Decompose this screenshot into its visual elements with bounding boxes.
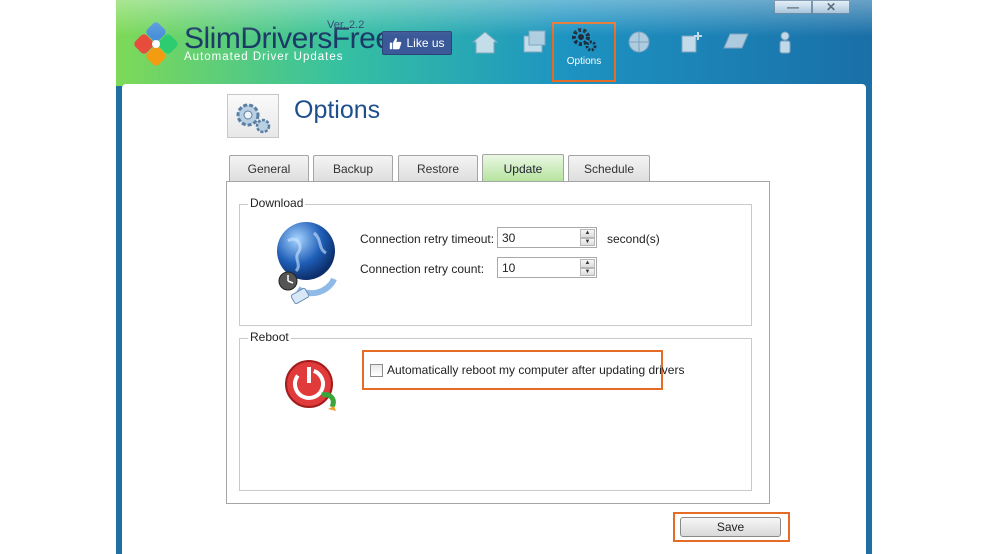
tab-general[interactable]: General xyxy=(229,155,309,181)
network-icon[interactable] xyxy=(624,28,654,56)
globe-network-icon xyxy=(277,222,337,305)
update-tab-pane: Download Connection retry timeout: 30 ▲ … xyxy=(226,181,770,504)
download-group: Download Connection retry timeout: 30 ▲ … xyxy=(239,196,752,326)
options-icon xyxy=(572,28,597,52)
thumbs-up-icon xyxy=(390,37,402,49)
minimize-button[interactable]: — xyxy=(774,0,812,14)
reboot-group-title: Reboot xyxy=(248,330,291,344)
version-label: Ver. 2.2 xyxy=(327,19,365,31)
download-group-title: Download xyxy=(248,196,306,210)
window-controls: — ✕ xyxy=(774,0,852,14)
user-icon[interactable] xyxy=(770,28,800,56)
tab-backup[interactable]: Backup xyxy=(313,155,393,181)
retry-timeout-down-button[interactable]: ▼ xyxy=(580,237,595,246)
retry-timeout-stepper[interactable]: ▲ ▼ xyxy=(497,227,597,248)
monitor-icon[interactable] xyxy=(720,28,750,56)
save-highlight: Save xyxy=(673,512,790,542)
logo-icon xyxy=(134,22,178,66)
auto-reboot-checkbox[interactable] xyxy=(370,364,383,377)
retry-count-stepper[interactable]: ▲ ▼ xyxy=(497,257,597,278)
auto-reboot-label[interactable]: Automatically reboot my computer after u… xyxy=(387,363,684,377)
app-window: SlimDriversFree Ver. 2.2 Automated Drive… xyxy=(116,0,872,554)
nav-options-button[interactable]: Options xyxy=(552,22,616,82)
retry-timeout-label: Connection retry timeout: xyxy=(360,232,495,246)
retry-count-up-button[interactable]: ▲ xyxy=(580,259,595,268)
nav-options-label: Options xyxy=(566,56,602,67)
retry-timeout-input[interactable] xyxy=(500,229,580,246)
tab-update[interactable]: Update xyxy=(482,154,564,182)
retry-count-input[interactable] xyxy=(500,259,580,276)
reboot-power-icon xyxy=(285,360,336,411)
tagline: Automated Driver Updates xyxy=(184,51,344,63)
retry-count-label: Connection retry count: xyxy=(360,262,485,276)
tab-schedule[interactable]: Schedule xyxy=(568,155,650,181)
retry-count-down-button[interactable]: ▼ xyxy=(580,267,595,276)
retry-timeout-up-button[interactable]: ▲ xyxy=(580,229,595,238)
close-button[interactable]: ✕ xyxy=(812,0,850,14)
page-title: Options xyxy=(294,96,381,124)
app-header: SlimDriversFree Ver. 2.2 Automated Drive… xyxy=(116,0,872,86)
auto-reboot-highlight: Automatically reboot my computer after u… xyxy=(362,350,684,390)
drivers-icon[interactable] xyxy=(520,28,550,56)
home-icon[interactable] xyxy=(470,28,500,56)
options-gear-icon xyxy=(227,94,279,138)
like-us-button[interactable]: Like us xyxy=(382,31,452,55)
save-button[interactable]: Save xyxy=(680,517,781,537)
like-us-label: Like us xyxy=(406,36,445,50)
tab-restore[interactable]: Restore xyxy=(398,155,478,181)
plugin-icon[interactable] xyxy=(676,28,706,56)
content-panel: Options General Backup Restore Update Sc… xyxy=(122,84,866,554)
retry-timeout-unit: second(s) xyxy=(607,232,660,246)
